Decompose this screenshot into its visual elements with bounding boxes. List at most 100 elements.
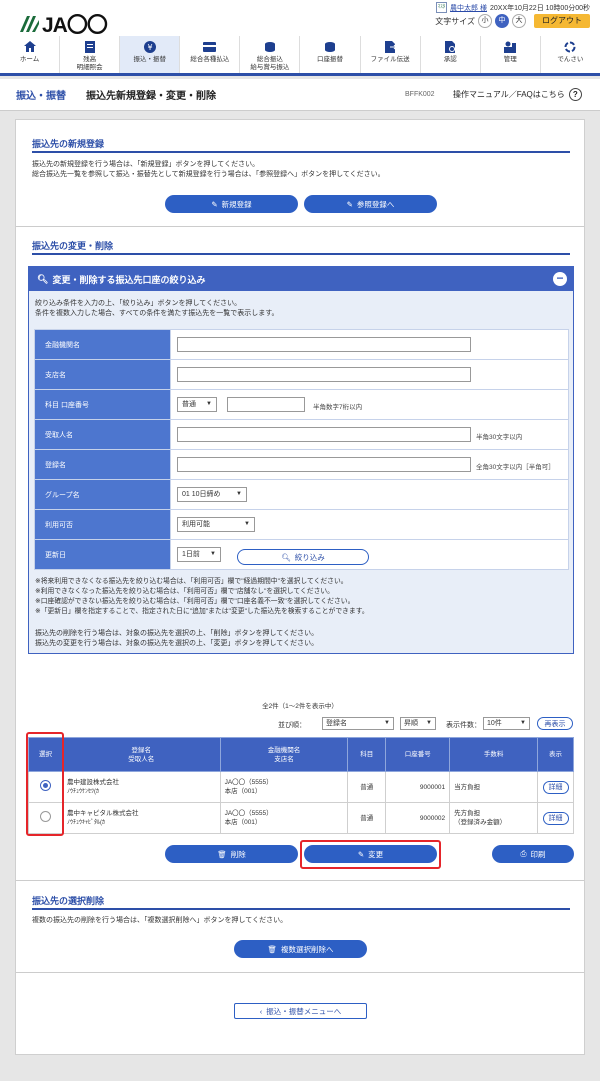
- filter-header[interactable]: 🔍︎ 変更・削除する振込先口座の絞り込み −: [29, 267, 573, 291]
- section-underline: [32, 151, 570, 153]
- sort-select[interactable]: 登録名: [322, 717, 394, 730]
- nav-bulk[interactable]: 総合各種払込: [180, 36, 241, 73]
- global-nav: ホーム 残高 明細照会 ¥ 振込・振替 総合各種払込 総合振込 給与賞与振込 口…: [0, 36, 600, 76]
- font-large-button[interactable]: 大: [512, 14, 526, 28]
- coins-icon: [263, 40, 277, 53]
- print-button[interactable]: ⎙ 印刷: [492, 845, 574, 863]
- registered-name-input[interactable]: [177, 457, 471, 472]
- card-icon: [203, 40, 217, 53]
- filter-form: 金融機関名 支店名 科目 口座番号 普通 半角数字7桁以内 受取人名 半角: [34, 329, 569, 570]
- select-column-highlight: [26, 732, 64, 836]
- user-name[interactable]: 農中太郎 様: [450, 3, 487, 13]
- ja-logo-icon: [18, 14, 40, 34]
- sort-label: 並び順：: [278, 722, 306, 729]
- pencil-icon: ✎: [346, 199, 353, 209]
- filter-button[interactable]: 🔍︎ 絞り込み: [237, 549, 369, 565]
- regname-hint: 全角30文字以内［半角可］: [476, 464, 555, 471]
- bank-name-input[interactable]: [177, 337, 471, 352]
- col-account: 口座番号: [385, 737, 451, 772]
- section-underline: [32, 908, 570, 910]
- font-small-button[interactable]: 小: [478, 14, 492, 28]
- nav-approval[interactable]: 承認: [421, 36, 481, 73]
- back-to-menu-button[interactable]: ‹ 振込・振替メニューへ: [234, 1003, 367, 1019]
- nav-densai[interactable]: でんさい: [541, 36, 600, 73]
- file-send-icon: [383, 40, 397, 53]
- per-page-select[interactable]: 10件: [483, 717, 530, 730]
- change-desc: 振込先の変更を行う場合は、対象の振込先を選択の上、「変更」ボタンを押してください…: [35, 640, 319, 647]
- nav-admin[interactable]: 管理: [481, 36, 541, 73]
- account-type-select[interactable]: 普通: [177, 397, 217, 412]
- pencil-icon: ✎: [357, 849, 365, 859]
- yen-coin-icon: ¥: [143, 40, 157, 53]
- table-row[interactable]: 農中建設株式会社 ﾉｳﾁｭｳｹﾝｾﾂ(ｶ JA〇〇（5555） 本店（001） 普通…: [28, 771, 574, 803]
- col-type: 科目: [347, 737, 387, 772]
- new-reg-desc-1: 振込先の新規登録を行う場合は、「新規登録」ボタンを押してください。: [32, 161, 260, 168]
- divider: [16, 880, 584, 881]
- detail-button[interactable]: 詳細: [542, 780, 569, 794]
- filter-note-3: ※口座確認ができない振込先を絞り込む場合は、「利用可否」欄で"口座名義不一致"を…: [35, 598, 355, 605]
- label-payee: 受取人名: [34, 419, 171, 450]
- user-info: ﾏｽﾀ 農中太郎 様 20XX年10月22日 10時00分00秒: [436, 2, 590, 13]
- top-bar: JA〇〇 ﾏｽﾀ 農中太郎 様 20XX年10月22日 10時00分00秒 文字…: [0, 0, 600, 39]
- availability-select[interactable]: 利用可能: [177, 517, 255, 532]
- font-size-label: 文字サイズ: [435, 16, 475, 26]
- filter-note-2: ※利用できなくなった振込先を絞り込む場合は、「利用可否」欄で"店舗なし"を選択し…: [35, 588, 334, 595]
- account-hint: 半角数字7桁以内: [313, 404, 363, 411]
- col-fee: 手数料: [449, 737, 538, 772]
- filter-desc-2: 条件を複数入力した場合、すべての条件を満たす振込先を一覧で表示します。: [35, 310, 279, 317]
- approval-icon: [443, 40, 457, 53]
- table-header: 選択 登録名 受取人名 金融機関名 支店名 科目 口座番号 手数料 表示: [28, 737, 574, 772]
- bulk-delete-button[interactable]: 🗑︎ 複数選択削除へ: [234, 940, 367, 958]
- payee-hint: 半角30文字以内: [476, 434, 523, 441]
- table-row[interactable]: 農中キャピタル株式会社 ﾉｳﾁｭｳｷｬﾋﾟﾀﾙ(ｶ JA〇〇（5555） 本店（00…: [28, 802, 574, 834]
- user-badge: ﾏｽﾀ: [436, 2, 448, 13]
- divider: [16, 226, 584, 227]
- order-select[interactable]: 昇順: [400, 717, 436, 730]
- filter-note-4: ※「更新日」欄を指定することで、指定された日に"追加"または"変更"した振込先を…: [35, 608, 369, 615]
- detail-button[interactable]: 詳細: [542, 811, 569, 825]
- help-link[interactable]: 操作マニュアル／FAQはこちら ?: [453, 88, 582, 101]
- nav-home[interactable]: ホーム: [0, 36, 61, 73]
- payee-name-input[interactable]: [177, 427, 471, 442]
- bulk-delete-desc: 複数の振込先の削除を行う場合は、「複数選択削除へ」ボタンを押してください。: [32, 917, 288, 924]
- label-availability: 利用可否: [34, 509, 171, 540]
- account-number-input[interactable]: [227, 397, 305, 412]
- section-underline: [32, 253, 570, 255]
- change-title: 振込先の変更・削除: [32, 241, 114, 251]
- collapse-icon[interactable]: −: [553, 272, 567, 286]
- logout-button[interactable]: ログアウト: [534, 14, 590, 28]
- search-icon: 🔍︎: [281, 552, 291, 562]
- branch-name-input[interactable]: [177, 367, 471, 382]
- reference-register-button[interactable]: ✎ 参照登録へ: [304, 195, 437, 213]
- main-content: 振込先の新規登録 振込先の新規登録を行う場合は、「新規登録」ボタンを押してくださ…: [15, 119, 585, 1055]
- new-reg-title: 振込先の新規登録: [32, 139, 105, 149]
- bulk-delete-title: 振込先の選択削除: [32, 896, 105, 906]
- change-button[interactable]: ✎ 変更: [304, 845, 437, 863]
- page-title: 振込先新規登録・変更・削除: [86, 91, 216, 102]
- new-register-button[interactable]: ✎ 新規登録: [165, 195, 298, 213]
- home-icon: [23, 40, 37, 53]
- font-medium-button[interactable]: 中: [495, 14, 509, 28]
- trash-icon: 🗑︎: [267, 944, 278, 954]
- update-date-select[interactable]: 1日前: [177, 547, 221, 562]
- delete-button[interactable]: 🗑︎ 削除: [165, 845, 298, 863]
- group-select[interactable]: 01 10日締め: [177, 487, 247, 502]
- label-regname: 登録名: [34, 449, 171, 480]
- nav-file[interactable]: ファイル伝送: [361, 36, 421, 73]
- nav-bulk-transfer[interactable]: 総合振込 給与賞与振込: [240, 36, 301, 73]
- nav-balance[interactable]: 残高 明細照会: [60, 36, 121, 73]
- redisplay-button[interactable]: 再表示: [537, 717, 573, 730]
- nav-account-transfer[interactable]: 口座振替: [300, 36, 361, 73]
- screen-code: BFFK002: [405, 91, 435, 98]
- document-icon: [83, 40, 97, 53]
- trash-icon: 🗑︎: [217, 849, 227, 859]
- pencil-icon: ✎: [211, 199, 218, 209]
- printer-icon: ⎙: [520, 849, 527, 858]
- logo: JA〇〇: [18, 9, 108, 39]
- nav-transfer[interactable]: ¥ 振込・振替: [120, 36, 181, 73]
- filter-desc-1: 絞り込み条件を入力の上、「絞り込み」ボタンを押してください。: [35, 300, 242, 307]
- label-update-date: 更新日: [34, 539, 171, 570]
- delete-desc: 振込先の削除を行う場合は、対象の振込先を選択の上、「削除」ボタンを押してください…: [35, 630, 319, 637]
- label-branch: 支店名: [34, 359, 171, 390]
- label-group: グループ名: [34, 479, 171, 510]
